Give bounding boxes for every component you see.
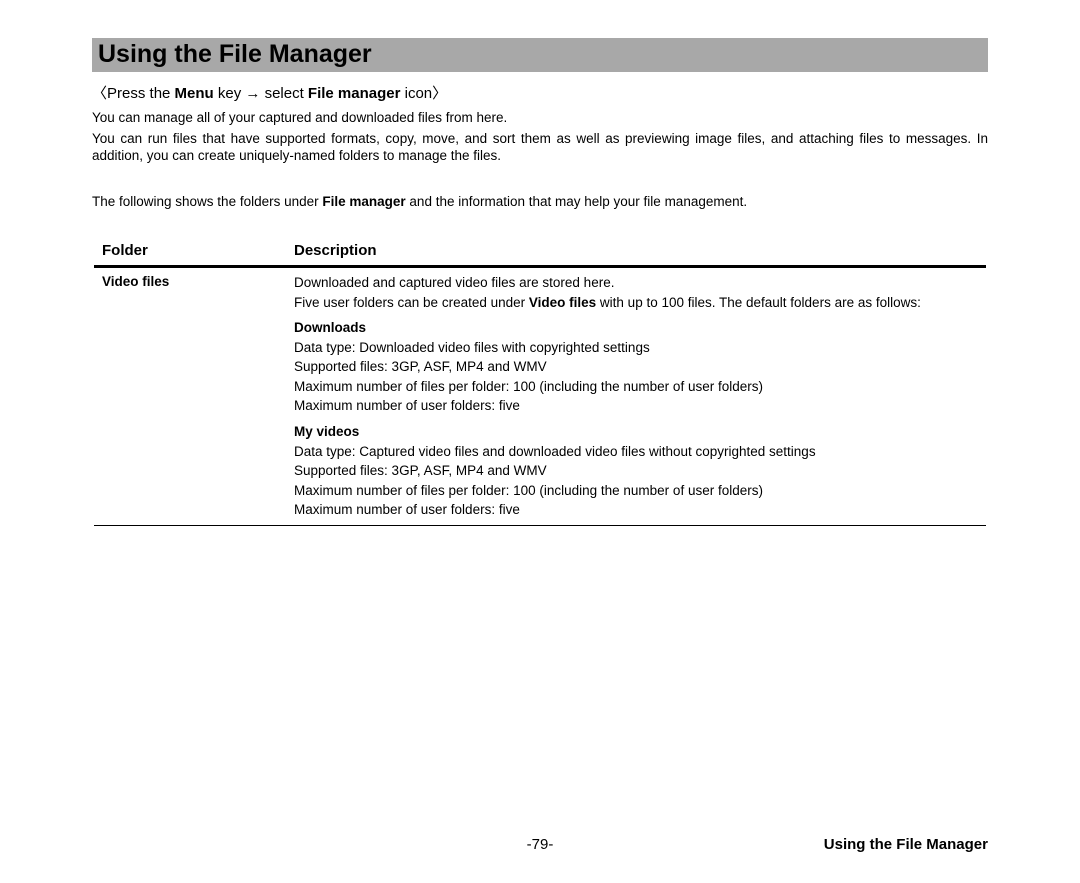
section-title-bar: Using the File Manager (92, 38, 988, 72)
folder-table: Folder Description Video files Downloade… (92, 238, 988, 526)
section-title: Using the File Manager (98, 40, 982, 69)
intro-paragraph-2: You can run files that have supported fo… (92, 130, 988, 165)
table-header-description: Description (294, 242, 986, 259)
description-line: Data type: Captured video files and down… (294, 443, 978, 461)
folder-name: Video files (94, 274, 294, 521)
description-line: Maximum number of files per folder: 100 … (294, 482, 978, 500)
description-line: Downloaded and captured video files are … (294, 274, 978, 292)
table-row: Video files Downloaded and captured vide… (94, 268, 986, 526)
table-header-folder: Folder (94, 242, 294, 259)
navigation-instruction: 〈Press the Menu key → select File manage… (92, 82, 988, 103)
bracket-close: 〉 (432, 85, 447, 102)
description-line: Maximum number of user folders: five (294, 501, 978, 519)
table-header-row: Folder Description (94, 238, 986, 268)
description-line: My videos (294, 423, 978, 441)
intro3-text: The following shows the folders under (92, 194, 322, 209)
intro3-bold: File manager (322, 194, 405, 209)
description-line: Supported files: 3GP, ASF, MP4 and WMV (294, 358, 978, 376)
bracket-open: 〈 (92, 85, 107, 102)
description-line: Downloads (294, 319, 978, 337)
description-line: Five user folders can be created under V… (294, 294, 978, 312)
nav-text: key → select (214, 85, 308, 102)
intro-paragraph-1: You can manage all of your captured and … (92, 109, 988, 127)
page-footer: -79- Using the File Manager (92, 836, 988, 853)
description-line: Maximum number of user folders: five (294, 397, 978, 415)
description-line: Supported files: 3GP, ASF, MP4 and WMV (294, 462, 978, 480)
nav-menu-key: Menu (175, 85, 214, 102)
nav-text: Press the (107, 85, 175, 102)
description-line: Maximum number of files per folder: 100 … (294, 378, 978, 396)
footer-section-name: Using the File Manager (824, 836, 988, 853)
page-number: -79- (527, 836, 554, 853)
intro3-text: and the information that may help your f… (406, 194, 747, 209)
intro-paragraph-3: The following shows the folders under Fi… (92, 193, 988, 211)
description-line: Data type: Downloaded video files with c… (294, 339, 978, 357)
nav-text: icon (400, 85, 432, 102)
nav-file-manager: File manager (308, 85, 401, 102)
folder-description: Downloaded and captured video files are … (294, 274, 986, 521)
